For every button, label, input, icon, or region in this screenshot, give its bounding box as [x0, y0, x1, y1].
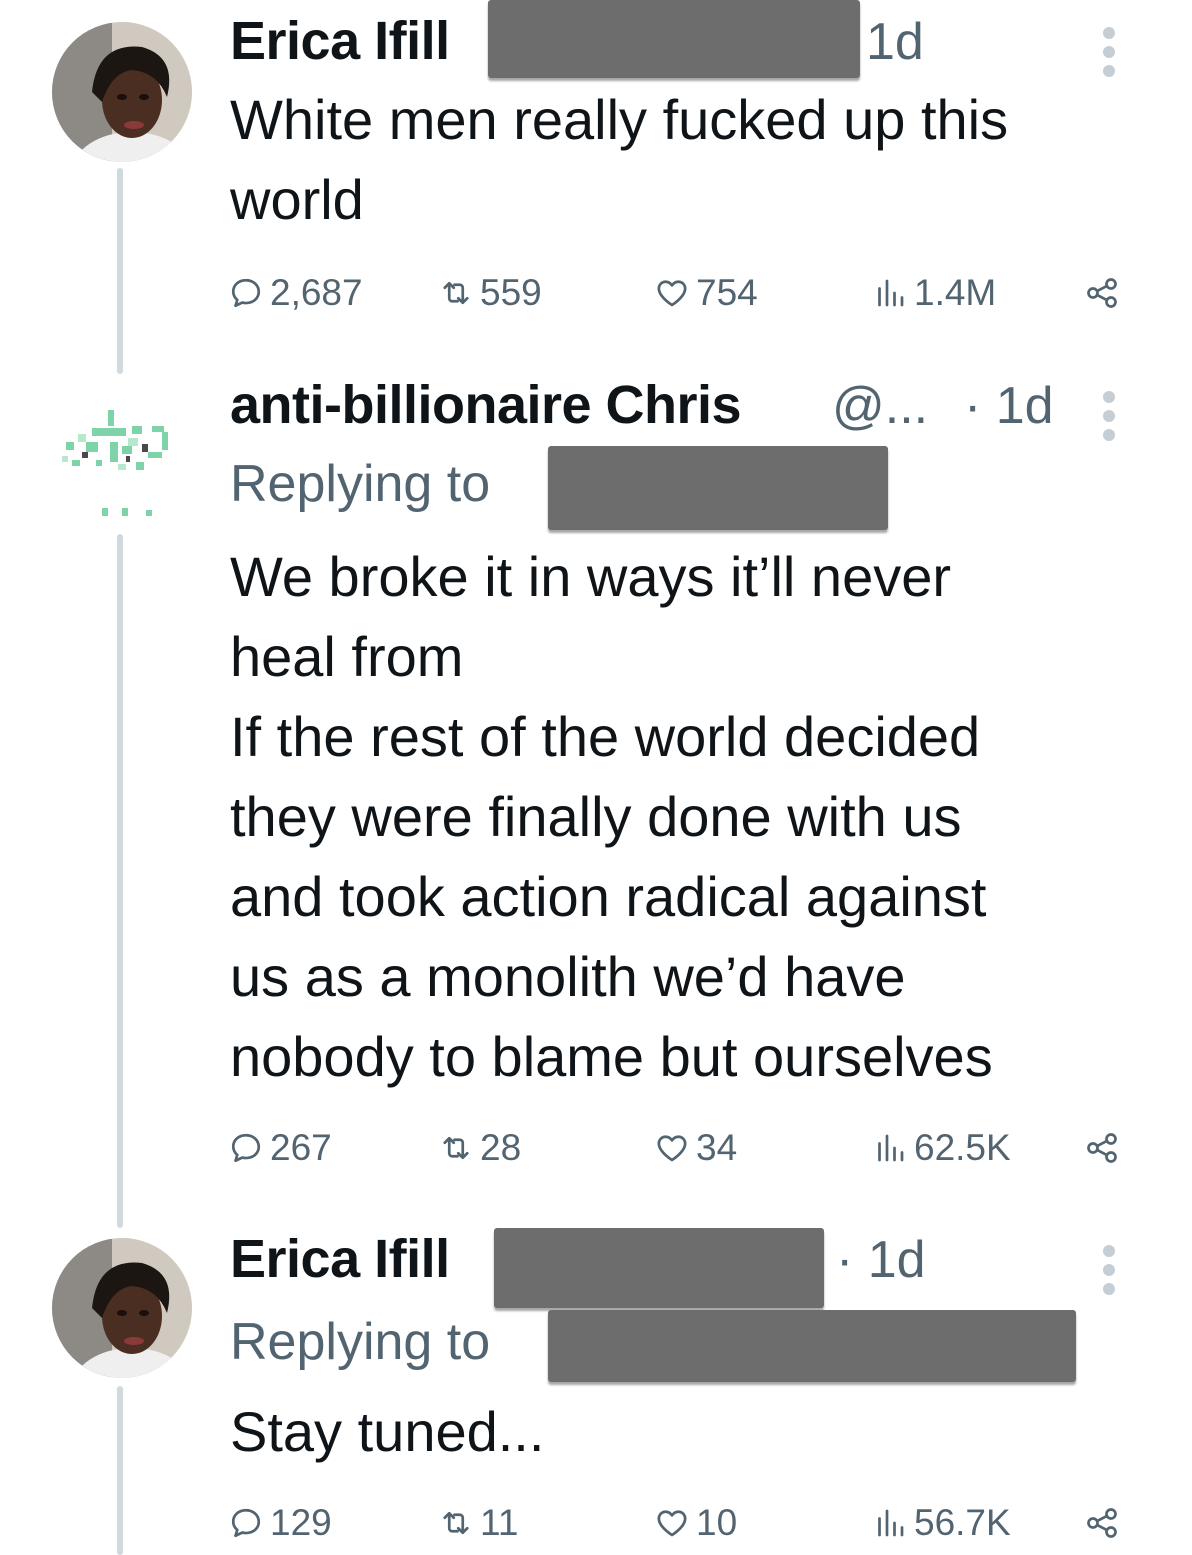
repost-button[interactable]: 559 — [438, 268, 542, 318]
heart-icon — [657, 1510, 687, 1537]
views-icon — [878, 1134, 904, 1162]
heart-icon — [657, 1135, 687, 1162]
tweet-text: We broke it in ways it’ll never heal fro… — [230, 545, 993, 1088]
reply-button[interactable]: 267 — [228, 1123, 332, 1173]
share-button[interactable] — [1084, 268, 1126, 318]
avatar[interactable] — [52, 22, 192, 162]
like-button[interactable]: 10 — [654, 1498, 737, 1548]
more-vertical-icon[interactable] — [1099, 391, 1119, 448]
repost-icon — [443, 1511, 469, 1535]
redacted-handle — [488, 0, 860, 78]
timestamp[interactable]: · 1d — [964, 376, 1054, 436]
views-icon — [878, 1509, 904, 1537]
replying-to-label: Replying to — [230, 455, 491, 513]
repost-count: 28 — [480, 1127, 522, 1168]
repost-count: 559 — [480, 272, 542, 313]
reply-count: 267 — [270, 1127, 332, 1168]
like-count: 754 — [696, 272, 758, 313]
thread-line — [117, 168, 123, 374]
reply-icon — [231, 1133, 261, 1163]
like-button[interactable]: 754 — [654, 268, 758, 318]
timestamp[interactable]: 1d — [866, 12, 924, 72]
redacted-mention — [548, 1310, 1076, 1382]
reply-icon — [231, 1508, 261, 1538]
tweet-text: Stay tuned... — [230, 1400, 545, 1463]
views-button[interactable]: 1.4M — [872, 268, 996, 318]
views-count: 62.5K — [914, 1127, 1011, 1168]
heart-icon — [657, 280, 687, 307]
repost-button[interactable]: 11 — [438, 1498, 518, 1548]
repost-count: 11 — [480, 1502, 519, 1543]
reply-button[interactable]: 2,687 — [228, 268, 363, 318]
reply-count: 2,687 — [270, 272, 363, 313]
views-icon — [878, 279, 904, 307]
avatar[interactable] — [52, 1238, 192, 1378]
repost-button[interactable]: 28 — [438, 1123, 521, 1173]
author-name[interactable]: anti-billionaire Chris — [230, 374, 742, 436]
avatar[interactable] — [52, 398, 192, 528]
share-icon — [1087, 1508, 1117, 1538]
repost-icon — [443, 1136, 469, 1160]
thread-line — [117, 534, 123, 1228]
share-icon — [1087, 1133, 1117, 1163]
timestamp[interactable]: · 1d — [836, 1230, 926, 1290]
like-count: 10 — [696, 1502, 738, 1543]
author-name[interactable]: Erica Ifill — [230, 10, 450, 72]
tweet-actions: 129 11 10 56.7K — [228, 1498, 1128, 1548]
tweet-actions: 267 28 34 62.5K — [228, 1123, 1128, 1173]
share-button[interactable] — [1084, 1498, 1126, 1548]
repost-icon — [443, 281, 469, 305]
share-icon — [1087, 278, 1117, 308]
share-button[interactable] — [1084, 1123, 1126, 1173]
tweet-text: White men really fucked up this world — [230, 88, 1009, 231]
more-vertical-icon[interactable] — [1099, 1245, 1119, 1302]
reply-button[interactable]: 129 — [228, 1498, 332, 1548]
views-button[interactable]: 56.7K — [872, 1498, 1011, 1548]
more-vertical-icon[interactable] — [1099, 27, 1119, 84]
author-handle[interactable]: @... — [832, 376, 928, 436]
like-count: 34 — [696, 1127, 738, 1168]
redacted-mention — [548, 446, 888, 530]
reply-icon — [231, 278, 261, 308]
author-name[interactable]: Erica Ifill — [230, 1228, 450, 1290]
views-count: 56.7K — [914, 1502, 1011, 1543]
tweet-actions: 2,687 559 754 1.4M — [228, 268, 1128, 318]
views-button[interactable]: 62.5K — [872, 1123, 1011, 1173]
thread-line — [117, 1386, 123, 1555]
reply-count: 129 — [270, 1502, 332, 1543]
views-count: 1.4M — [914, 272, 997, 313]
like-button[interactable]: 34 — [654, 1123, 737, 1173]
redacted-handle — [494, 1228, 824, 1308]
replying-to-label: Replying to — [230, 1313, 491, 1371]
